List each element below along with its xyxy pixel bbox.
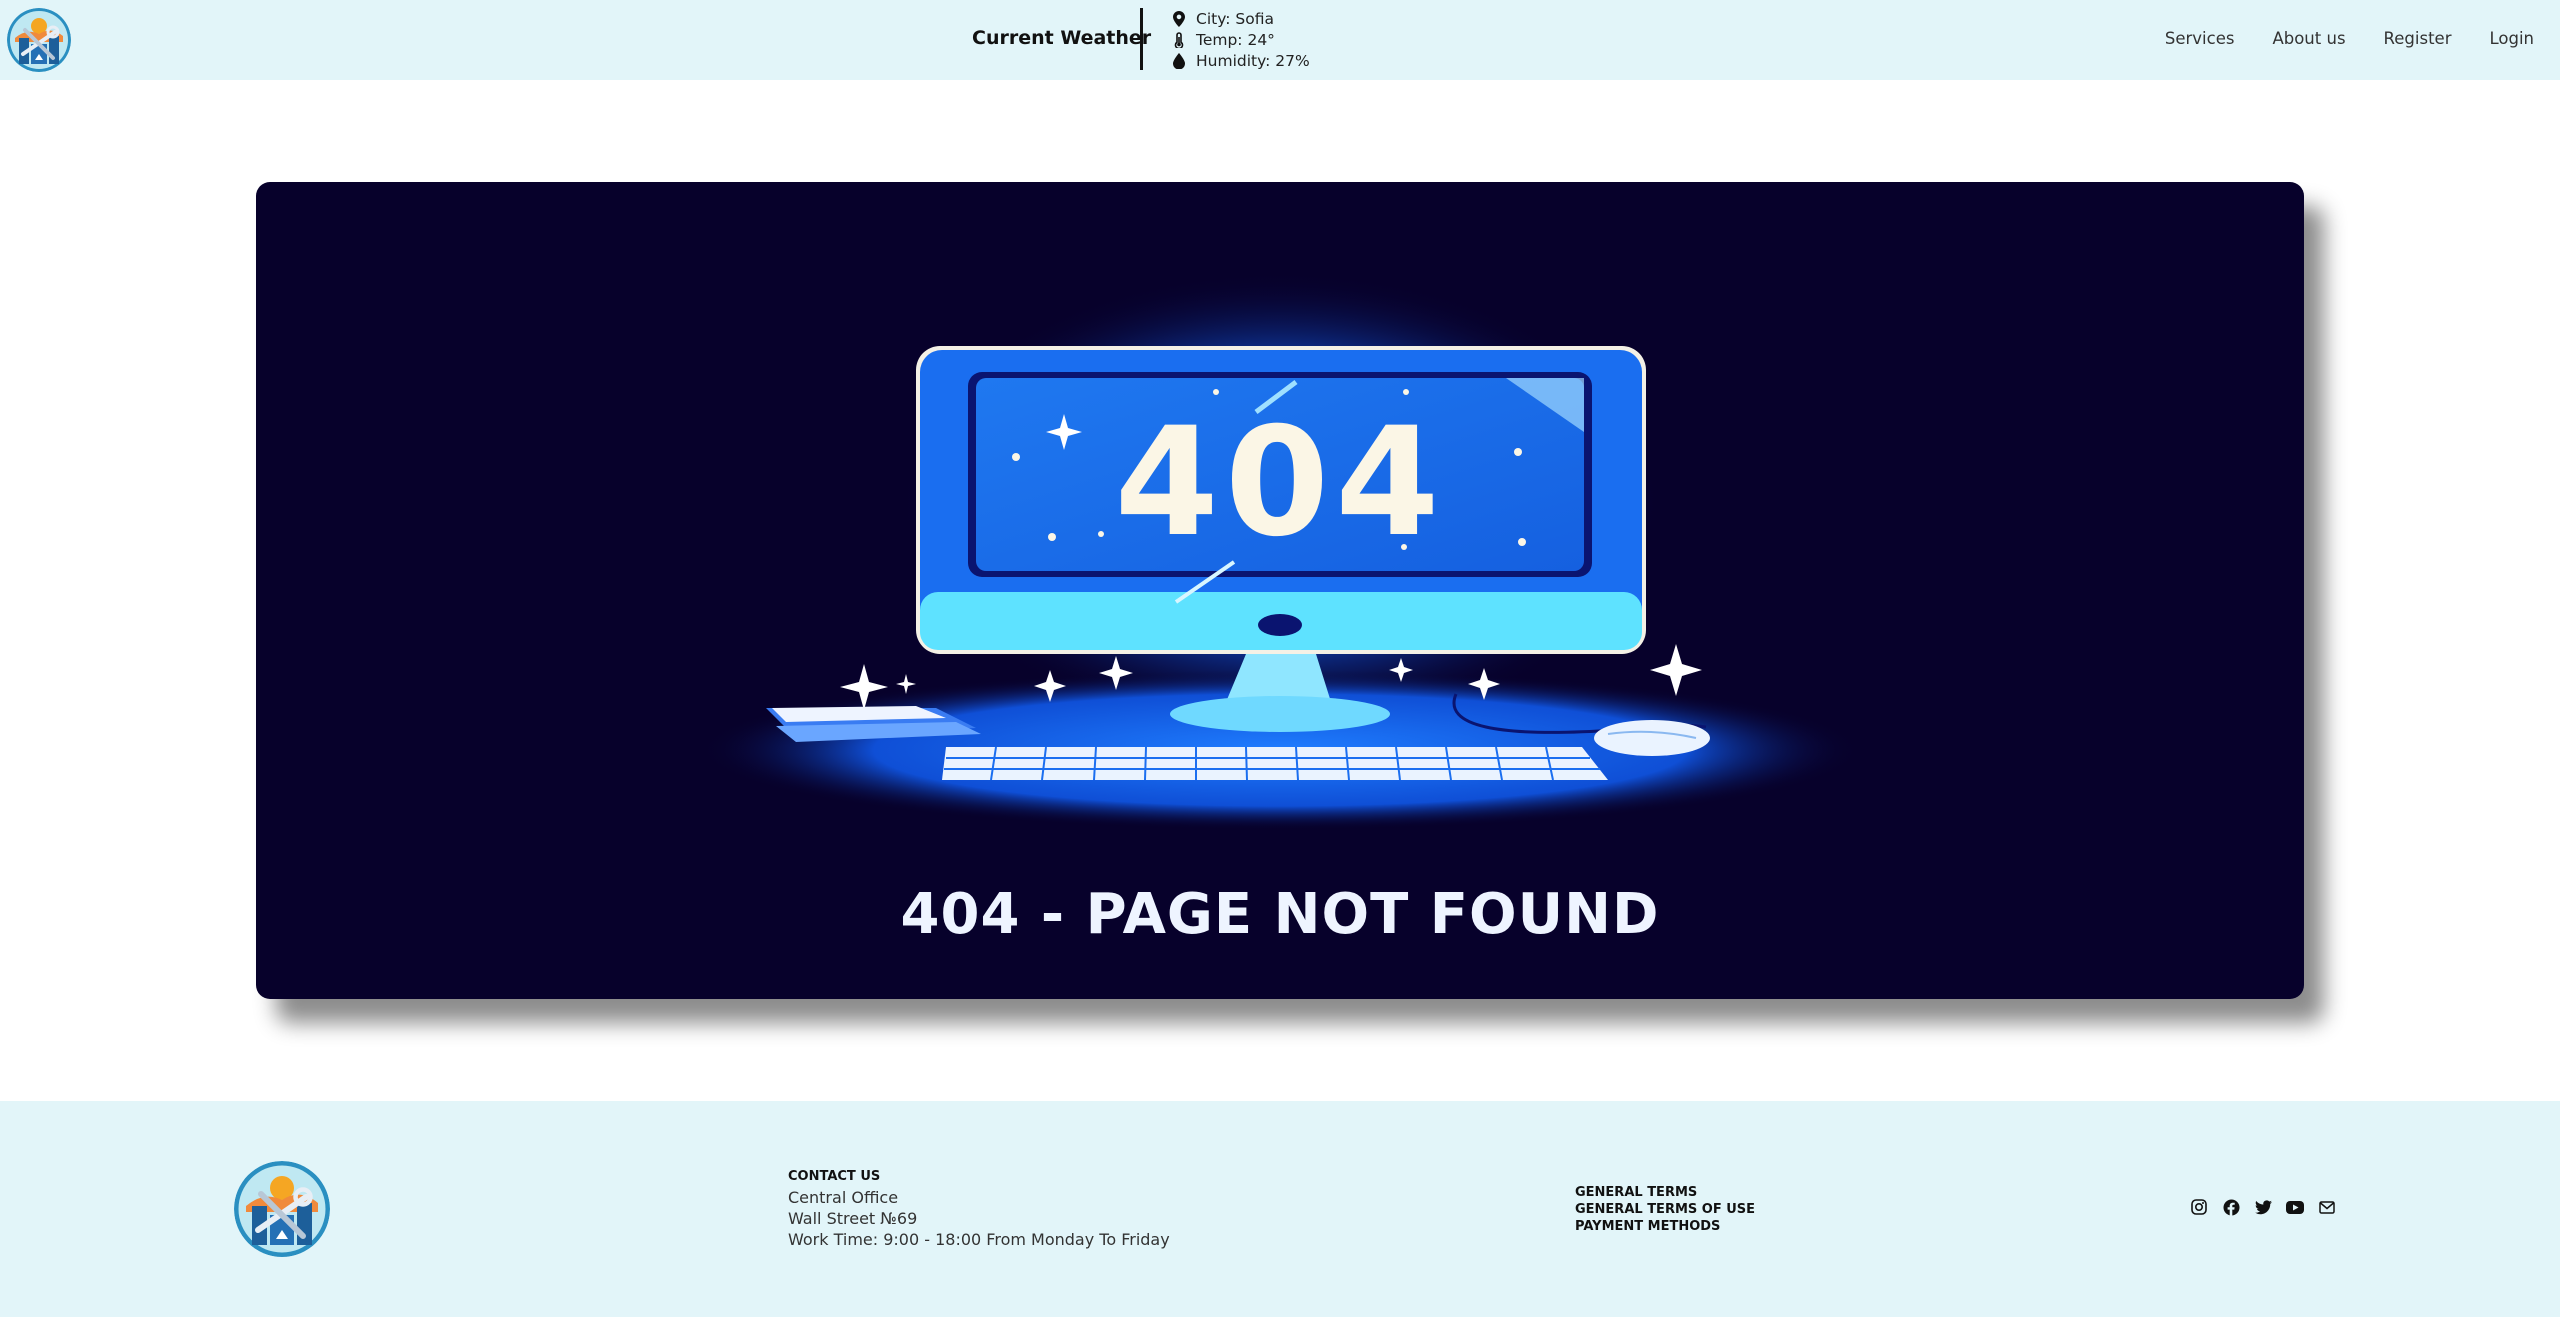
nav-services[interactable]: Services xyxy=(2165,29,2235,48)
contact-office: Central Office xyxy=(788,1188,899,1207)
mail-icon[interactable] xyxy=(2318,1198,2336,1216)
youtube-icon[interactable] xyxy=(2286,1198,2304,1216)
terms-links: GENERAL TERMS GENERAL TERMS OF USE PAYME… xyxy=(1575,1184,1755,1235)
instagram-icon[interactable] xyxy=(2190,1198,2208,1216)
main-nav: Services About us Register Login xyxy=(2165,29,2534,48)
nav-login[interactable]: Login xyxy=(2489,29,2534,48)
nav-register[interactable]: Register xyxy=(2384,29,2452,48)
general-terms-link[interactable]: GENERAL TERMS xyxy=(1575,1184,1755,1201)
payment-methods-link[interactable]: PAYMENT METHODS xyxy=(1575,1218,1755,1235)
weather-info: City: Sofia Temp: 24° Humidity: 27% xyxy=(1172,8,1310,71)
social-links xyxy=(2190,1198,2336,1216)
city-tools-logo-icon xyxy=(234,1161,330,1257)
weather-title: Current Weather xyxy=(972,27,1152,49)
computer-404-illustration: 404 xyxy=(700,272,1860,830)
weather-humidity-text: Humidity: 27% xyxy=(1196,51,1310,70)
contact-hours: Work Time: 9:00 - 18:00 From Monday To F… xyxy=(788,1230,1170,1249)
weather-humidity: Humidity: 27% xyxy=(1172,50,1310,71)
contact-section: CONTACT US Central Office Wall Street №6… xyxy=(788,1169,1170,1250)
weather-divider xyxy=(1140,8,1143,70)
error-page-title: 404 - PAGE NOT FOUND xyxy=(900,882,1660,947)
weather-city: City: Sofia xyxy=(1172,8,1310,29)
water-drop-icon xyxy=(1172,52,1186,69)
contact-address: Wall Street №69 xyxy=(788,1209,918,1228)
site-logo[interactable] xyxy=(7,8,71,72)
weather-city-text: City: Sofia xyxy=(1196,9,1274,28)
nav-about-us[interactable]: About us xyxy=(2272,29,2345,48)
thermometer-icon xyxy=(1172,31,1186,48)
weather-temp: Temp: 24° xyxy=(1172,29,1310,50)
facebook-icon[interactable] xyxy=(2222,1198,2240,1216)
contact-heading: CONTACT US xyxy=(788,1169,881,1184)
terms-of-use-link[interactable]: GENERAL TERMS OF USE xyxy=(1575,1201,1755,1218)
footer-logo[interactable] xyxy=(234,1161,330,1257)
site-footer: CONTACT US Central Office Wall Street №6… xyxy=(0,1101,2560,1317)
weather-temp-text: Temp: 24° xyxy=(1196,30,1275,49)
city-tools-logo-icon xyxy=(7,8,71,72)
twitter-icon[interactable] xyxy=(2254,1198,2272,1216)
error-hero-card: 404 404 - PAGE NOT FOUND xyxy=(256,182,2304,999)
screen-404-text: 404 xyxy=(1114,396,1445,570)
site-header: Current Weather City: Sofia Temp: 24° Hu… xyxy=(0,0,2560,80)
location-pin-icon xyxy=(1172,10,1186,27)
